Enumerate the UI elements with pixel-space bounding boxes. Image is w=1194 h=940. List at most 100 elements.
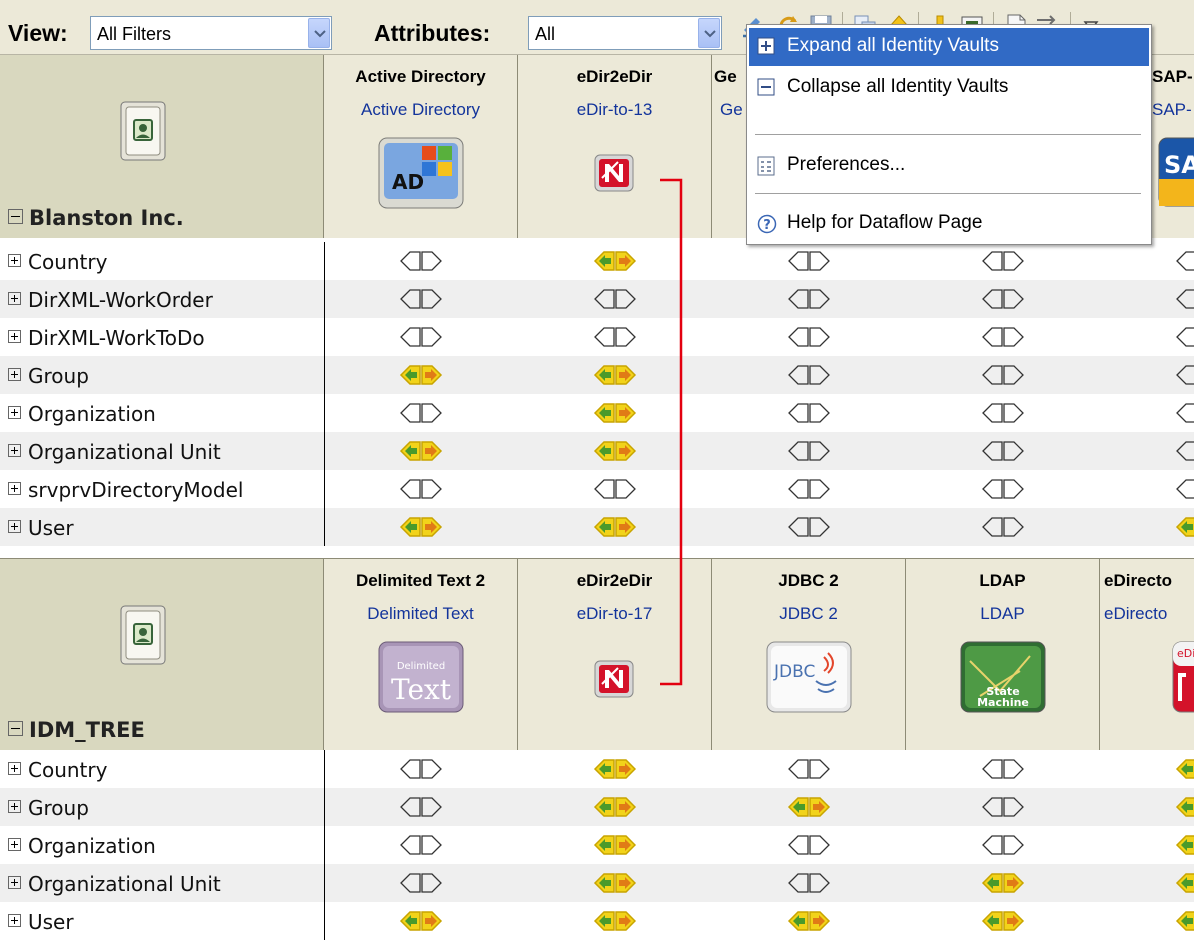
driver-header[interactable]: eDir2eDir eDir-to-13 bbox=[518, 55, 712, 238]
expand-toggle-icon[interactable] bbox=[8, 482, 21, 495]
object-class-label[interactable]: Group bbox=[8, 364, 89, 388]
dataflow-active-icon[interactable] bbox=[399, 364, 443, 386]
expand-toggle-icon[interactable] bbox=[8, 406, 21, 419]
view-combo[interactable]: All Filters bbox=[90, 16, 332, 50]
dataflow-inactive-icon[interactable] bbox=[399, 758, 443, 780]
dataflow-inactive-icon[interactable] bbox=[1175, 326, 1194, 348]
dataflow-active-icon[interactable] bbox=[399, 910, 443, 932]
expand-toggle-icon[interactable] bbox=[8, 914, 21, 927]
dataflow-inactive-icon[interactable] bbox=[399, 478, 443, 500]
object-class-label[interactable]: Organizational Unit bbox=[8, 440, 221, 464]
dataflow-inactive-icon[interactable] bbox=[981, 364, 1025, 386]
expand-toggle-icon[interactable] bbox=[8, 762, 21, 775]
dataflow-active-icon[interactable] bbox=[399, 440, 443, 462]
menu-item-collapse-all[interactable]: Collapse all Identity Vaults bbox=[749, 69, 1149, 107]
dataflow-inactive-icon[interactable] bbox=[787, 364, 831, 386]
dataflow-inactive-icon[interactable] bbox=[593, 326, 637, 348]
dataflow-inactive-icon[interactable] bbox=[593, 288, 637, 310]
driver-header[interactable]: eDirecto eDirecto eDir bbox=[1100, 559, 1194, 750]
jdbc-icon[interactable]: JDBC bbox=[766, 641, 852, 713]
object-class-label[interactable]: User bbox=[8, 516, 74, 540]
driver-description[interactable]: SAP- bbox=[1152, 100, 1194, 120]
dataflow-active-icon[interactable] bbox=[593, 910, 637, 932]
dataflow-inactive-icon[interactable] bbox=[981, 834, 1025, 856]
edir-icon[interactable] bbox=[594, 660, 634, 698]
dataflow-inactive-icon[interactable] bbox=[1175, 478, 1194, 500]
vault-head-cell[interactable]: Blanston Inc. bbox=[0, 55, 324, 238]
object-class-label[interactable]: Organization bbox=[8, 834, 156, 858]
dataflow-inactive-icon[interactable] bbox=[981, 516, 1025, 538]
dataflow-inactive-icon[interactable] bbox=[787, 402, 831, 424]
dataflow-inactive-icon[interactable] bbox=[981, 758, 1025, 780]
dataflow-inactive-icon[interactable] bbox=[787, 516, 831, 538]
dataflow-active-icon[interactable] bbox=[787, 910, 831, 932]
dataflow-active-icon[interactable] bbox=[1175, 516, 1194, 538]
dataflow-active-icon[interactable] bbox=[593, 440, 637, 462]
vault-name[interactable]: IDM_TREE bbox=[8, 718, 145, 742]
dataflow-active-icon[interactable] bbox=[981, 910, 1025, 932]
dataflow-inactive-icon[interactable] bbox=[981, 796, 1025, 818]
object-class-row[interactable]: User bbox=[0, 902, 1194, 940]
dataflow-inactive-icon[interactable] bbox=[399, 250, 443, 272]
object-class-row[interactable]: Organizational Unit bbox=[0, 864, 1194, 902]
object-class-label[interactable]: Organization bbox=[8, 402, 156, 426]
object-class-row[interactable]: Organizational Unit bbox=[0, 432, 1194, 470]
expand-toggle-icon[interactable] bbox=[8, 800, 21, 813]
dataflow-inactive-icon[interactable] bbox=[399, 796, 443, 818]
dataflow-inactive-icon[interactable] bbox=[787, 250, 831, 272]
expand-toggle-icon[interactable] bbox=[8, 838, 21, 851]
object-class-row[interactable]: Group bbox=[0, 788, 1194, 826]
dataflow-inactive-icon[interactable] bbox=[981, 440, 1025, 462]
object-class-row[interactable]: DirXML-WorkOrder bbox=[0, 280, 1194, 318]
dataflow-inactive-icon[interactable] bbox=[981, 402, 1025, 424]
dataflow-inactive-icon[interactable] bbox=[981, 478, 1025, 500]
dataflow-active-icon[interactable] bbox=[593, 364, 637, 386]
dataflow-inactive-icon[interactable] bbox=[1175, 364, 1194, 386]
dataflow-active-icon[interactable] bbox=[787, 796, 831, 818]
dataflow-inactive-icon[interactable] bbox=[787, 288, 831, 310]
dataflow-inactive-icon[interactable] bbox=[1175, 402, 1194, 424]
dataflow-active-icon[interactable] bbox=[1175, 834, 1194, 856]
dataflow-active-icon[interactable] bbox=[593, 758, 637, 780]
driver-header[interactable]: JDBC 2 JDBC 2 JDBC bbox=[712, 559, 906, 750]
dataflow-active-icon[interactable] bbox=[593, 834, 637, 856]
dataflow-active-icon[interactable] bbox=[593, 516, 637, 538]
dataflow-inactive-icon[interactable] bbox=[787, 758, 831, 780]
dataflow-active-icon[interactable] bbox=[593, 872, 637, 894]
object-class-row[interactable]: Group bbox=[0, 356, 1194, 394]
dataflow-active-icon[interactable] bbox=[1175, 872, 1194, 894]
dataflow-inactive-icon[interactable] bbox=[787, 478, 831, 500]
driver-description[interactable]: eDirecto bbox=[1104, 604, 1194, 624]
dataflow-inactive-icon[interactable] bbox=[1175, 440, 1194, 462]
driver-description[interactable]: eDir-to-17 bbox=[518, 604, 711, 624]
object-class-row[interactable]: Organization bbox=[0, 394, 1194, 432]
object-class-row[interactable]: Country bbox=[0, 242, 1194, 280]
menu-item-expand-all[interactable]: Expand all Identity Vaults bbox=[749, 28, 1149, 66]
menu-item-help[interactable]: ? Help for Dataflow Page bbox=[749, 205, 1149, 243]
object-class-row[interactable]: srvprvDirectoryModel bbox=[0, 470, 1194, 508]
edir-icon[interactable] bbox=[594, 154, 634, 192]
dataflow-active-icon[interactable] bbox=[593, 250, 637, 272]
menu-item-preferences[interactable]: Preferences... bbox=[749, 147, 1149, 185]
object-class-row[interactable]: DirXML-WorkToDo bbox=[0, 318, 1194, 356]
dataflow-inactive-icon[interactable] bbox=[787, 872, 831, 894]
object-class-label[interactable]: Group bbox=[8, 796, 89, 820]
object-class-label[interactable]: Country bbox=[8, 250, 107, 274]
driver-description[interactable]: Active Directory bbox=[324, 100, 517, 120]
dataflow-inactive-icon[interactable] bbox=[1175, 288, 1194, 310]
expand-toggle-icon[interactable] bbox=[8, 444, 21, 457]
expand-toggle-icon[interactable] bbox=[8, 520, 21, 533]
dataflow-inactive-icon[interactable] bbox=[981, 288, 1025, 310]
driver-description[interactable]: LDAP bbox=[906, 604, 1099, 624]
driver-header[interactable]: eDir2eDir eDir-to-17 bbox=[518, 559, 712, 750]
dataflow-inactive-icon[interactable] bbox=[399, 326, 443, 348]
driver-header[interactable]: LDAP LDAP State Machine bbox=[906, 559, 1100, 750]
dataflow-inactive-icon[interactable] bbox=[981, 250, 1025, 272]
dataflow-active-icon[interactable] bbox=[593, 402, 637, 424]
dataflow-inactive-icon[interactable] bbox=[981, 326, 1025, 348]
expand-toggle-icon[interactable] bbox=[8, 876, 21, 889]
object-class-label[interactable]: Country bbox=[8, 758, 107, 782]
vault-name[interactable]: Blanston Inc. bbox=[8, 206, 184, 230]
dataflow-inactive-icon[interactable] bbox=[787, 326, 831, 348]
object-class-row[interactable]: User bbox=[0, 508, 1194, 546]
